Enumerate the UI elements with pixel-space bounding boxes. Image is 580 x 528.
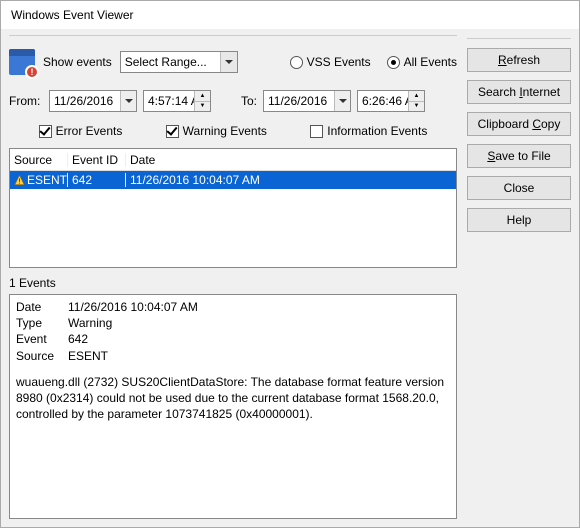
chevron-down-icon <box>334 91 350 111</box>
cell-source: ESENT <box>27 173 67 187</box>
svg-text:!: ! <box>18 177 20 186</box>
window-title: Windows Event Viewer <box>1 1 579 29</box>
warning-events-label: Warning Events <box>183 124 267 138</box>
save-to-file-button[interactable]: Save to File <box>467 144 571 168</box>
help-button[interactable]: Help <box>467 208 571 232</box>
to-date-value: 11/26/2016 <box>268 94 327 108</box>
detail-panel[interactable]: Date11/26/2016 10:04:07 AM TypeWarning E… <box>9 294 457 519</box>
col-date[interactable]: Date <box>126 153 456 167</box>
search-label: nternet <box>523 85 560 99</box>
radio-on-icon <box>387 56 400 69</box>
to-time-value: 6:26:46 A <box>362 94 408 108</box>
from-time-value: 4:57:14 A <box>148 94 194 108</box>
from-date-value: 11/26/2016 <box>54 94 113 108</box>
warning-events-check[interactable]: Warning Events <box>166 124 267 138</box>
divider <box>9 35 457 36</box>
checkbox-on-icon <box>166 125 179 138</box>
detail-date-value: 11/26/2016 10:04:07 AM <box>68 299 198 315</box>
detail-event-label: Event <box>16 331 68 347</box>
refresh-button[interactable]: Refresh <box>467 48 571 72</box>
event-count: 1 Events <box>9 276 457 290</box>
chevron-down-icon <box>220 52 237 72</box>
detail-body: wuaueng.dll (2732) SUS20ClientDataStore:… <box>16 374 450 423</box>
spinner-icon[interactable]: ▲▼ <box>194 91 210 111</box>
search-internet-button[interactable]: Search Internet <box>467 80 571 104</box>
sidebar: Refresh Search Internet Clipboard Copy S… <box>467 35 571 519</box>
list-header[interactable]: Source Event ID Date <box>10 149 456 171</box>
vss-events-label: VSS Events <box>307 55 371 69</box>
range-select[interactable]: Select Range... <box>120 51 238 73</box>
from-label: From: <box>9 94 43 108</box>
info-events-label: Information Events <box>327 124 427 138</box>
calendar-alert-icon: ! <box>9 49 35 75</box>
clipboard-label: opy <box>541 117 560 131</box>
range-select-value: Select Range... <box>125 55 207 69</box>
checkbox-on-icon <box>39 125 52 138</box>
clipboard-copy-button[interactable]: Clipboard Copy <box>467 112 571 136</box>
all-events-label: All Events <box>404 55 457 69</box>
error-events-check[interactable]: Error Events <box>39 124 123 138</box>
info-events-check[interactable]: Information Events <box>310 124 427 138</box>
to-label: To: <box>229 94 257 108</box>
detail-date-label: Date <box>16 299 68 315</box>
col-eventid[interactable]: Event ID <box>68 153 126 167</box>
refresh-label: efresh <box>507 53 540 67</box>
vss-events-radio[interactable]: VSS Events <box>290 55 371 69</box>
window-body: ! Show events Select Range... VSS Events… <box>1 29 579 527</box>
table-row[interactable]: ! ESENT 642 11/26/2016 10:04:07 AM <box>10 171 456 189</box>
show-events-row: ! Show events Select Range... VSS Events… <box>9 44 457 80</box>
to-time-input[interactable]: 6:26:46 A ▲▼ <box>357 90 425 112</box>
main-panel: ! Show events Select Range... VSS Events… <box>9 35 457 519</box>
show-events-label: Show events <box>43 55 112 69</box>
divider <box>467 38 571 39</box>
from-time-input[interactable]: 4:57:14 A ▲▼ <box>143 90 211 112</box>
to-date-input[interactable]: 11/26/2016 <box>263 90 351 112</box>
save-label: ave to File <box>495 149 550 163</box>
detail-source-value: ESENT <box>68 348 108 364</box>
col-source[interactable]: Source <box>10 153 68 167</box>
close-button[interactable]: Close <box>467 176 571 200</box>
spinner-icon[interactable]: ▲▼ <box>408 91 424 111</box>
detail-type-label: Type <box>16 315 68 331</box>
detail-type-value: Warning <box>68 315 112 331</box>
cell-eventid: 642 <box>68 173 126 187</box>
filter-row: Error Events Warning Events Information … <box>9 124 457 138</box>
all-events-radio[interactable]: All Events <box>387 55 457 69</box>
radio-off-icon <box>290 56 303 69</box>
chevron-down-icon <box>120 91 136 111</box>
date-range-row: From: 11/26/2016 4:57:14 A ▲▼ To: 11/26/… <box>9 90 457 112</box>
error-events-label: Error Events <box>56 124 123 138</box>
cell-date: 11/26/2016 10:04:07 AM <box>126 173 456 187</box>
detail-source-label: Source <box>16 348 68 364</box>
window: Windows Event Viewer ! Show events Selec… <box>0 0 580 528</box>
from-date-input[interactable]: 11/26/2016 <box>49 90 137 112</box>
event-list[interactable]: Source Event ID Date ! ESENT 642 11/26/2… <box>9 148 457 268</box>
checkbox-off-icon <box>310 125 323 138</box>
detail-event-value: 642 <box>68 331 88 347</box>
warning-icon: ! <box>14 174 25 186</box>
